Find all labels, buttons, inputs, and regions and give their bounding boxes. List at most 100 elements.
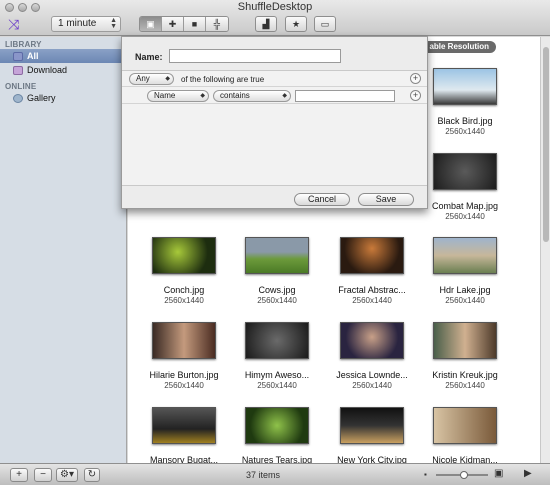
image-thumbnail[interactable]: [433, 237, 497, 274]
sidebar-item-label: All: [27, 51, 39, 61]
image-tile[interactable]: Conch.jpg 2560x1440: [139, 237, 229, 305]
image-name: New York City.jpg: [337, 455, 407, 463]
zoom-slider-knob[interactable]: [460, 471, 468, 479]
select-arrows-icon: ◆: [282, 93, 287, 99]
image-thumbnail[interactable]: [433, 322, 497, 359]
image-resolution: 2560x1440: [257, 381, 297, 390]
image-tile[interactable]: Hdr Lake.jpg 2560x1440: [420, 237, 510, 305]
globe-icon: [13, 93, 23, 103]
image-tile[interactable]: Cows.jpg 2560x1440: [232, 237, 322, 305]
tile-icon[interactable]: ╬: [206, 17, 228, 31]
image-thumbnail[interactable]: [433, 68, 497, 105]
fill-screen-icon[interactable]: ▣: [140, 17, 162, 31]
window-title: ShuffleDesktop: [237, 1, 313, 13]
center-icon[interactable]: ✚: [162, 17, 184, 31]
image-name: Mansory Bugat...: [149, 455, 219, 463]
image-name: Black Bird.jpg: [437, 116, 493, 126]
image-tile[interactable]: Fractal Abstrac... 2560x1440: [327, 237, 417, 305]
sidebar-item-gallery[interactable]: Gallery: [0, 91, 126, 105]
image-thumbnail[interactable]: [245, 237, 309, 274]
image-name: Cows.jpg: [258, 285, 296, 295]
image-tile[interactable]: Mansory Bugat...: [139, 407, 229, 463]
image-tile[interactable]: Kristin Kreuk.jpg 2560x1440: [420, 322, 510, 390]
image-resolution: 2560x1440: [352, 296, 392, 305]
refresh-button[interactable]: ↻: [84, 468, 100, 482]
bottom-bar: + − ⚙▾ ↻ 37 items ▪ ▣ ▶: [0, 463, 550, 485]
name-field[interactable]: [169, 49, 341, 63]
large-size-icon: ▣: [494, 468, 504, 479]
field-select[interactable]: Name ◆: [147, 90, 209, 102]
scrollbar-thumb[interactable]: [543, 47, 549, 242]
criteria-list: Any ◆ of the following are true + Name ◆…: [122, 70, 427, 186]
field-value: Name: [154, 91, 176, 100]
add-criterion-button[interactable]: +: [410, 90, 421, 101]
image-tile[interactable]: New York City.jpg: [327, 407, 417, 463]
sidebar-item-all[interactable]: All: [0, 49, 126, 63]
criterion-value-field[interactable]: [295, 90, 395, 102]
match-select[interactable]: Any ◆: [129, 73, 174, 85]
select-arrows-icon: ◆: [200, 93, 205, 99]
image-thumbnail[interactable]: [152, 407, 216, 444]
zoom-slider[interactable]: [436, 471, 488, 479]
match-value: Any: [136, 74, 150, 83]
bar-chart-icon[interactable]: ▟: [255, 16, 277, 32]
remove-button[interactable]: −: [34, 468, 52, 482]
play-icon[interactable]: ▶: [524, 468, 532, 479]
image-resolution: 2560x1440: [445, 381, 485, 390]
interval-select[interactable]: 1 minute ▲ ▼: [51, 16, 121, 32]
operator-value: contains: [220, 91, 250, 100]
image-resolution: 2560x1440: [445, 127, 485, 136]
image-name: Combat Map.jpg: [431, 201, 499, 211]
sidebar-heading-library: LIBRARY: [5, 40, 42, 49]
title-bar: ShuffleDesktop ⤨ 1 minute ▲ ▼ ▣ ✚ ■ ╬ ▟ ★…: [0, 0, 550, 36]
image-thumbnail[interactable]: [340, 237, 404, 274]
sidebar-heading-online: ONLINE: [5, 82, 37, 91]
image-name: Natures Tears.jpg: [241, 455, 313, 463]
image-tile[interactable]: Combat Map.jpg 2560x1440: [420, 153, 510, 221]
save-button[interactable]: Save: [358, 193, 414, 206]
image-name: Himym Aweso...: [244, 370, 310, 380]
add-group-button[interactable]: +: [410, 73, 421, 84]
image-thumbnail[interactable]: [245, 407, 309, 444]
image-thumbnail[interactable]: [340, 407, 404, 444]
cancel-button[interactable]: Cancel: [294, 193, 350, 206]
image-tile[interactable]: Natures Tears.jpg: [232, 407, 322, 463]
image-name: Kristin Kreuk.jpg: [432, 370, 498, 380]
image-name: Hilarie Burton.jpg: [149, 370, 219, 380]
interval-value: 1 minute: [58, 18, 97, 29]
image-tile[interactable]: Hilarie Burton.jpg 2560x1440: [139, 322, 229, 390]
image-name: Jessica Lownde...: [336, 370, 408, 380]
gear-menu-button[interactable]: ⚙▾: [56, 468, 78, 482]
image-thumbnail[interactable]: [433, 153, 497, 190]
star-icon[interactable]: ★: [285, 16, 307, 32]
stop-icon[interactable]: ■: [184, 17, 206, 31]
image-resolution: 2560x1440: [257, 296, 297, 305]
image-tile[interactable]: Black Bird.jpg 2560x1440: [420, 68, 510, 136]
select-arrows-icon: ▲ ▼: [110, 17, 117, 30]
photo-folder-icon: [13, 65, 23, 75]
image-thumbnail[interactable]: [152, 322, 216, 359]
monitor-icon[interactable]: ▭: [314, 16, 336, 32]
shuffle-icon[interactable]: ⤨: [8, 17, 26, 31]
image-tile[interactable]: Nicole Kidman...: [420, 407, 510, 463]
image-resolution: 2560x1440: [164, 296, 204, 305]
image-tile[interactable]: Himym Aweso... 2560x1440: [232, 322, 322, 390]
image-thumbnail[interactable]: [433, 407, 497, 444]
image-resolution: 2560x1440: [445, 212, 485, 221]
image-resolution: 2560x1440: [164, 381, 204, 390]
image-thumbnail[interactable]: [340, 322, 404, 359]
criterion-row: Name ◆ contains ◆ +: [122, 88, 427, 104]
smart-filter-sheet: Name: Any ◆ of the following are true + …: [121, 36, 428, 209]
image-resolution: 2560x1440: [445, 296, 485, 305]
name-label: Name:: [135, 52, 163, 62]
sidebar-item-download[interactable]: Download: [0, 63, 126, 77]
add-button[interactable]: +: [10, 468, 28, 482]
resolution-filter-badge[interactable]: able Resolution: [422, 41, 496, 53]
operator-select[interactable]: contains ◆: [213, 90, 291, 102]
image-tile[interactable]: Jessica Lownde... 2560x1440: [327, 322, 417, 390]
image-thumbnail[interactable]: [152, 237, 216, 274]
toolbar: ⤨ 1 minute ▲ ▼ ▣ ✚ ■ ╬ ▟ ★ ▭: [0, 15, 550, 35]
vertical-scrollbar[interactable]: [540, 37, 550, 463]
select-arrows-icon: ◆: [165, 76, 170, 82]
image-thumbnail[interactable]: [245, 322, 309, 359]
